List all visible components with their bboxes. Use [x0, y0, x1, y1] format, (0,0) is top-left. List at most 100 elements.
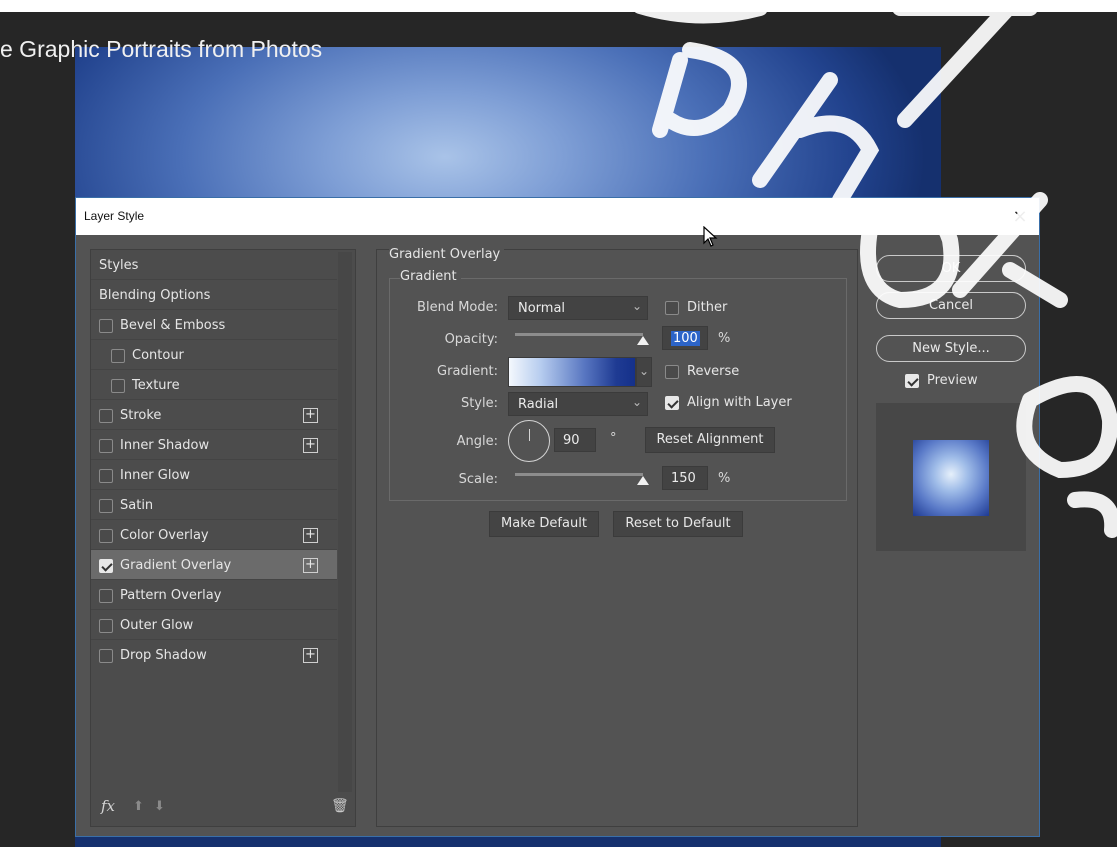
reset-alignment-button[interactable]: Reset Alignment — [645, 427, 775, 453]
styles-list-panel: Styles Blending Options Bevel & Emboss C… — [90, 249, 356, 827]
blend-mode-label: Blend Mode: — [417, 300, 498, 315]
style-item-texture[interactable]: Texture — [91, 370, 337, 400]
style-item-label: Color Overlay — [120, 528, 209, 543]
make-default-button[interactable]: Make Default — [489, 511, 599, 537]
chevron-down-icon: ⌄ — [638, 364, 649, 378]
gradient-overlay-panel: Gradient Overlay Gradient Blend Mode: No… — [376, 247, 858, 827]
blend-mode-select[interactable]: Normal ⌄ — [508, 296, 648, 320]
drop-shadow-checkbox[interactable] — [99, 649, 113, 663]
outer-glow-checkbox[interactable] — [99, 619, 113, 633]
gradient-overlay-checkbox[interactable] — [99, 559, 113, 573]
style-item-drop-shadow[interactable]: Drop Shadow + — [91, 640, 337, 670]
angle-unit: ° — [610, 431, 617, 446]
scale-input[interactable]: 150 — [662, 466, 708, 490]
style-item-inner-shadow[interactable]: Inner Shadow + — [91, 430, 337, 460]
preview-swatch — [913, 440, 989, 516]
style-item-label: Bevel & Emboss — [120, 318, 226, 333]
style-item-satin[interactable]: Satin — [91, 490, 337, 520]
opacity-unit: % — [718, 331, 731, 346]
style-item-styles[interactable]: Styles — [91, 250, 337, 280]
style-item-label: Outer Glow — [120, 618, 194, 633]
dialog-titlebar[interactable]: Layer Style × — [76, 198, 1039, 247]
dither-label: Dither — [687, 300, 728, 315]
scale-slider-thumb[interactable] — [637, 476, 649, 485]
styles-list-footer: fx ⬆ ⬇ 🗑 — [91, 794, 355, 826]
bevel-emboss-checkbox[interactable] — [99, 319, 113, 333]
opacity-input[interactable]: 100 — [662, 326, 708, 350]
gradient-group: Gradient Blend Mode: Normal ⌄ Dither Opa… — [389, 269, 847, 501]
add-color-overlay-icon[interactable]: + — [303, 528, 318, 543]
angle-input[interactable]: 90 — [554, 428, 596, 452]
scale-label: Scale: — [458, 472, 498, 487]
style-item-label: Contour — [132, 348, 184, 363]
blend-mode-value: Normal — [518, 301, 566, 316]
scale-unit: % — [718, 471, 731, 486]
style-item-bevel-emboss[interactable]: Bevel & Emboss — [91, 310, 337, 340]
align-with-layer-checkbox[interactable] — [665, 396, 679, 410]
inner-glow-checkbox[interactable] — [99, 469, 113, 483]
add-inner-shadow-icon[interactable]: + — [303, 438, 318, 453]
scale-value: 150 — [671, 471, 696, 486]
style-label: Style: — [460, 396, 498, 411]
move-down-icon[interactable]: ⬇ — [154, 799, 165, 814]
color-overlay-checkbox[interactable] — [99, 529, 113, 543]
gradient-picker-swatch[interactable] — [508, 357, 636, 387]
style-item-stroke[interactable]: Stroke + — [91, 400, 337, 430]
cancel-button[interactable]: Cancel — [876, 292, 1026, 319]
add-gradient-overlay-icon[interactable]: + — [303, 558, 318, 573]
chevron-down-icon: ⌄ — [631, 299, 642, 313]
style-value: Radial — [518, 397, 559, 412]
dither-checkbox[interactable] — [665, 301, 679, 315]
section-title: Gradient Overlay — [389, 247, 505, 262]
style-item-blending-options[interactable]: Blending Options — [91, 280, 337, 310]
style-item-label: Styles — [99, 258, 139, 273]
texture-checkbox[interactable] — [111, 379, 125, 393]
stroke-checkbox[interactable] — [99, 409, 113, 423]
preview-checkbox[interactable] — [905, 374, 919, 388]
group-title: Gradient — [400, 269, 461, 284]
style-item-gradient-overlay[interactable]: Gradient Overlay + — [91, 550, 337, 580]
style-item-pattern-overlay[interactable]: Pattern Overlay — [91, 580, 337, 610]
fx-icon[interactable]: fx — [101, 797, 115, 815]
add-stroke-icon[interactable]: + — [303, 408, 318, 423]
style-item-label: Stroke — [120, 408, 162, 423]
pattern-overlay-checkbox[interactable] — [99, 589, 113, 603]
style-item-color-overlay[interactable]: Color Overlay + — [91, 520, 337, 550]
style-item-label: Blending Options — [99, 288, 211, 303]
style-item-label: Inner Shadow — [120, 438, 210, 453]
angle-dial[interactable] — [508, 420, 550, 462]
style-item-outer-glow[interactable]: Outer Glow — [91, 610, 337, 640]
reverse-checkbox[interactable] — [665, 365, 679, 379]
opacity-label: Opacity: — [444, 332, 498, 347]
close-icon[interactable]: × — [1007, 204, 1033, 230]
style-select[interactable]: Radial ⌄ — [508, 392, 648, 416]
contour-checkbox[interactable] — [111, 349, 125, 363]
opacity-slider-thumb[interactable] — [637, 336, 649, 345]
satin-checkbox[interactable] — [99, 499, 113, 513]
new-style-button[interactable]: New Style... — [876, 335, 1026, 362]
ok-button[interactable]: OK — [876, 255, 1026, 282]
style-item-label: Satin — [120, 498, 154, 513]
trash-icon[interactable]: 🗑 — [331, 798, 349, 814]
chevron-down-icon: ⌄ — [631, 395, 642, 409]
style-item-inner-glow[interactable]: Inner Glow — [91, 460, 337, 490]
gradient-label: Gradient: — [437, 364, 498, 379]
inner-shadow-checkbox[interactable] — [99, 439, 113, 453]
style-item-contour[interactable]: Contour — [91, 340, 337, 370]
scale-slider-track[interactable] — [515, 473, 643, 476]
gradient-dropdown[interactable]: ⌄ — [636, 357, 652, 387]
angle-value: 90 — [563, 433, 580, 448]
mouse-cursor-icon — [703, 226, 718, 247]
angle-label: Angle: — [456, 434, 498, 449]
opacity-value: 100 — [671, 331, 700, 346]
preview-label: Preview — [927, 373, 978, 388]
opacity-slider-track[interactable] — [515, 333, 643, 336]
style-item-label: Texture — [132, 378, 180, 393]
styles-list-scrollbar[interactable] — [338, 252, 352, 792]
reverse-label: Reverse — [687, 364, 740, 379]
dialog-title: Layer Style — [84, 209, 145, 223]
move-up-icon[interactable]: ⬆ — [133, 799, 144, 814]
reset-to-default-button[interactable]: Reset to Default — [613, 511, 743, 537]
add-drop-shadow-icon[interactable]: + — [303, 648, 318, 663]
align-with-layer-label: Align with Layer — [687, 395, 792, 410]
